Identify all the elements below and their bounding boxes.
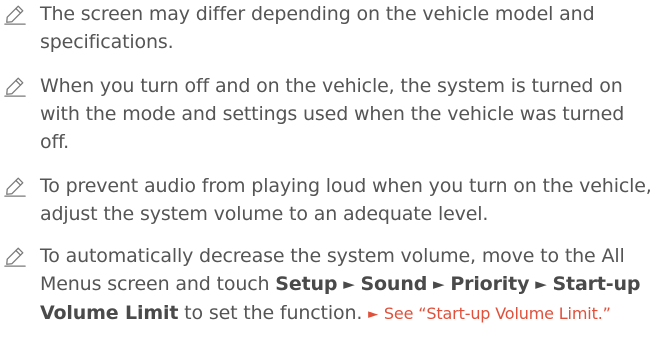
note-text: To automatically decrease the system vol… [40, 242, 660, 330]
note-item: When you turn off and on the vehicle, th… [0, 72, 660, 156]
path-arrow-icon: ► [535, 275, 547, 293]
note-item: To prevent audio from playing loud when … [0, 172, 660, 228]
notes-list: The screen may differ depending on the v… [0, 0, 660, 356]
pencil-icon [0, 0, 40, 28]
menu-path-sound: Sound [360, 273, 428, 295]
pencil-icon [0, 242, 40, 270]
menu-path-setup: Setup [275, 273, 338, 295]
note-text: To prevent audio from playing loud when … [40, 175, 652, 225]
note-item: To automatically decrease the system vol… [0, 242, 660, 330]
reference-link[interactable]: See “Start-up Volume Limit.” [384, 304, 611, 323]
path-arrow-icon: ► [433, 275, 445, 293]
note-item: The screen may differ depending on the v… [0, 0, 660, 56]
note-text: The screen may differ depending on the v… [40, 3, 595, 53]
note-text-after: to set the function. [178, 302, 369, 324]
path-arrow-icon: ► [343, 275, 355, 293]
pencil-icon [0, 72, 40, 100]
pencil-icon [0, 172, 40, 200]
menu-path-priority: Priority [450, 273, 530, 295]
reference-arrow-icon: ► [368, 307, 378, 322]
note-text: When you turn off and on the vehicle, th… [40, 75, 625, 153]
